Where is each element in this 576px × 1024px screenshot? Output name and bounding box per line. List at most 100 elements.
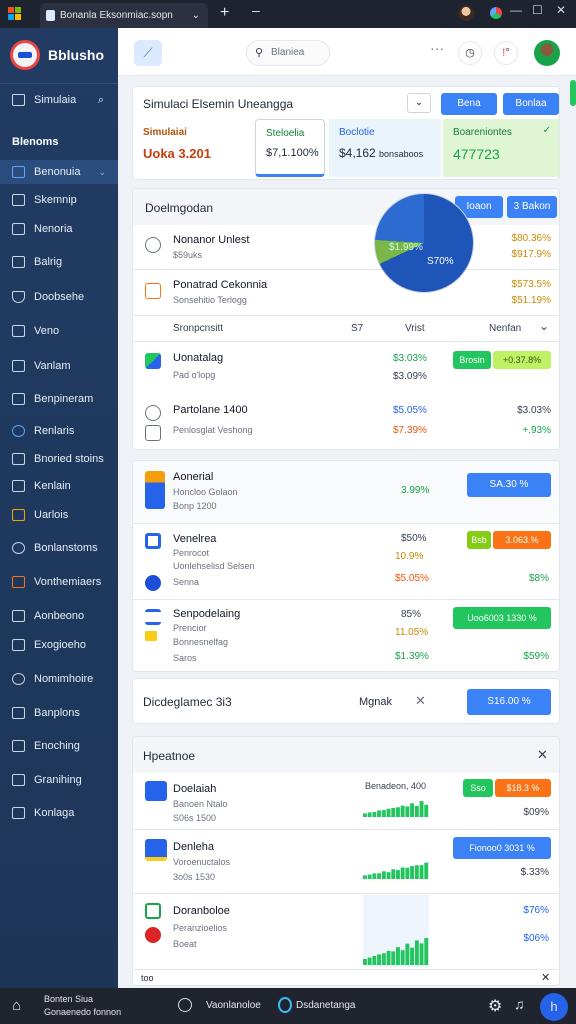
recent-panel: Hpeatnoe ✕ Doelaiah Banoen Ntalo S06s 15… (132, 736, 560, 986)
dialog-action-button[interactable]: S16.00 % (467, 689, 551, 715)
pie-chart[interactable]: $1.99% S70% (374, 193, 474, 293)
close-icon[interactable]: ✕ (556, 3, 566, 17)
tab-minus-icon[interactable]: – (252, 2, 260, 18)
brand[interactable]: Bblusho (10, 40, 114, 70)
analysis-button-2[interactable]: 3 Bakon (507, 196, 557, 218)
row-sub-2: Bonnesnelfag (173, 637, 229, 647)
sparkline-bar (424, 938, 429, 965)
sidebar-item-doobsehe[interactable]: Doobsehe (0, 285, 118, 309)
sidebar-item-label: Benonuia (34, 166, 81, 178)
sync-icon[interactable] (278, 997, 292, 1013)
sidebar-item-label: Bnoried stoins (34, 453, 104, 465)
item-value-2: $917.9% (511, 249, 551, 260)
sidebar-item-balrig[interactable]: Balrig (0, 250, 118, 274)
sparkline-bar (414, 805, 419, 817)
sidebar-item-granihing[interactable]: Granihing (0, 768, 118, 792)
table-row[interactable]: Aonerial Honcloo Golaon Bonp 1200 3.99% … (133, 461, 559, 523)
profile-avatar[interactable] (458, 5, 474, 21)
home-icon[interactable]: ⌂ (12, 997, 21, 1014)
sidebar-item-nomimhoire[interactable]: Nomimhoire (0, 667, 118, 691)
bell-icon[interactable]: ♫ (514, 996, 525, 1012)
list-item[interactable]: Doelaiah Banoen Ntalo S06s 1500 Benadeon… (133, 773, 559, 829)
sidebar-item-benpineram[interactable]: Benpineram (0, 387, 118, 411)
action-badge[interactable]: SA.30 % (467, 473, 551, 497)
sidebar-item-uarlois[interactable]: Uarlois (0, 503, 118, 527)
tab-chevron-icon[interactable]: ⌄ (192, 3, 200, 28)
list-item[interactable]: Doranboloe Peranzioelios Boeat $76% $06% (133, 895, 559, 967)
chart-toggle-icon[interactable]: ⟋ (134, 40, 162, 66)
table-row[interactable]: Uonatalag Pad o'lopg $3.03% $3.09% Brosi… (133, 343, 559, 393)
notification-bell-icon[interactable]: !° (494, 41, 518, 65)
extension-icon[interactable] (490, 7, 502, 19)
change-badge[interactable]: +0.37.8% (493, 351, 551, 369)
info-icon[interactable] (178, 998, 192, 1012)
sidebar-item-simulaia[interactable]: Simulaia ⌕ (0, 88, 118, 112)
search-input[interactable]: ⚲ Blaniea (246, 40, 330, 66)
change-badge[interactable]: 3.063.% (493, 531, 551, 549)
metric-card-4[interactable]: Boareniontes 477723 ✓ (443, 119, 559, 177)
maximize-icon[interactable]: ☐ (532, 3, 543, 17)
row-title: Senpodelaing (173, 608, 241, 620)
layers-icon (12, 194, 25, 206)
chevron-down-icon[interactable]: ⌄ (98, 160, 106, 184)
more-options-icon[interactable]: ··· (430, 40, 444, 56)
row-value-1: $3.03% (393, 353, 427, 364)
sidebar-item-benonuia[interactable]: Benonuia ⌄ (0, 160, 118, 184)
sidebar-item-vonthemiaers[interactable]: Vonthemiaers (0, 570, 118, 594)
search-icon[interactable]: ⌕ (98, 88, 104, 112)
sparkline-bar (377, 873, 381, 879)
list-item[interactable]: Denleha Voroenuctalos 3o0s 1530 Fionoo0 … (133, 831, 559, 891)
help-button[interactable]: h (540, 993, 568, 1021)
close-icon[interactable]: ✕ (415, 693, 426, 709)
metric-card-2[interactable]: Steloelia $7,1.100% (255, 119, 325, 177)
list-item[interactable]: Ponatrad Cekonnia Sonsehitio Terlogg $57… (133, 271, 559, 313)
sidebar-item-exogioeho[interactable]: Exogioeho (0, 633, 118, 657)
sidebar-item-bonlanstoms[interactable]: Bonlanstoms (0, 536, 118, 560)
action-badge[interactable]: Uoo6003 1330 % (453, 607, 551, 629)
action-badge[interactable]: Fionoo0 3031 % (453, 837, 551, 859)
sidebar-item-veno[interactable]: Veno (0, 319, 118, 343)
alert-icon (145, 283, 161, 299)
sidebar-item-aonbeono[interactable]: Aonbeono (0, 604, 118, 628)
sidebar-item-skemnip[interactable]: Skemnip (0, 188, 118, 212)
sidebar-item-nenoria[interactable]: Nenoria (0, 217, 118, 241)
sidebar-item-bnoried-stoins[interactable]: Bnoried stoins (0, 447, 118, 471)
row-sub: Prencior (173, 623, 207, 633)
status-badge[interactable]: Brosin (453, 351, 491, 369)
status-badge[interactable]: Sso (463, 779, 493, 797)
summary-button-2[interactable]: Bonlaa (503, 93, 559, 115)
user-avatar[interactable] (534, 40, 560, 66)
dropdown-chevron-icon[interactable]: ⌄ (407, 93, 431, 113)
sidebar-item-renlaris[interactable]: Renlaris (0, 419, 118, 443)
windows-logo-icon[interactable] (8, 7, 22, 21)
home-icon (12, 94, 25, 106)
change-badge[interactable]: $18.3 % (495, 779, 551, 797)
sidebar-item-vanlam[interactable]: Vanlam (0, 354, 118, 378)
grid-icon (12, 360, 25, 372)
close-icon[interactable]: ✕ (537, 747, 548, 763)
minimize-icon[interactable]: — (510, 3, 522, 17)
metric-card-1[interactable]: Simulaiai Uoka 3.201 (133, 119, 255, 177)
scrollbar-thumb[interactable] (570, 80, 576, 106)
edit-icon (12, 393, 25, 405)
target-icon (145, 237, 161, 253)
table-row[interactable]: Senpodelaing Prencior Bonnesnelfag Saros… (133, 599, 559, 671)
browser-tab[interactable]: Bonanla Eksonmiac.sopn ⌄ (40, 3, 208, 28)
sidebar-item-konlaga[interactable]: Konlaga (0, 801, 118, 825)
list-item[interactable]: Nonanor Unlest $59uks $80.36% $917.9% (133, 225, 559, 267)
table-row[interactable]: Partolane 1400 Penlosglat Veshong $5.05%… (133, 395, 559, 447)
item-title: Doranboloe (173, 905, 230, 917)
new-tab-plus-icon[interactable]: + (220, 4, 229, 22)
clock-icon[interactable]: ◷ (458, 41, 482, 65)
status-badge[interactable]: Bsb (467, 531, 491, 549)
sidebar-item-kenlain[interactable]: Kenlain (0, 474, 118, 498)
lock-icon (145, 405, 161, 421)
settings-icon[interactable]: ⚙ (488, 996, 502, 1016)
close-icon[interactable]: ✕ (541, 971, 550, 984)
chevron-down-icon[interactable]: ⌄ (539, 319, 549, 333)
table-row[interactable]: Venelrea Penrocot Uonlehselisd Selsen Se… (133, 523, 559, 599)
sidebar-item-enoching[interactable]: Enoching (0, 734, 118, 758)
sidebar-item-banplons[interactable]: Banplons (0, 701, 118, 725)
metric-card-3[interactable]: Boclotie $4,162 bonsaboos (329, 119, 441, 177)
summary-button-1[interactable]: Bena (441, 93, 497, 115)
